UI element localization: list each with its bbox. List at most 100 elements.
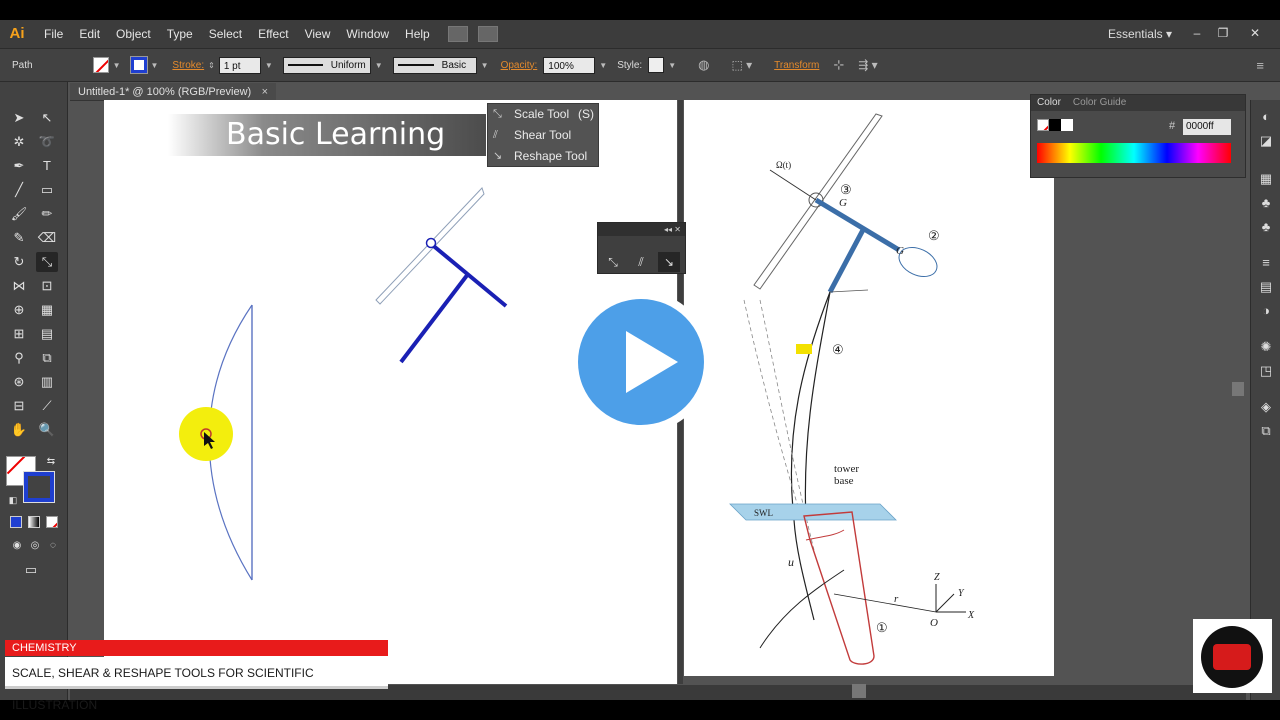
chevron-down-icon[interactable]: ▼ (668, 61, 676, 70)
chevron-down-icon[interactable]: ▼ (599, 61, 607, 70)
arrange-icon[interactable]: ⇶ ▾ (858, 58, 877, 72)
eraser-tool-icon[interactable]: ⌫ (36, 228, 58, 248)
rotate-tool-icon[interactable]: ↻ (8, 252, 30, 272)
recolor-artwork-icon[interactable]: ◍ (698, 57, 709, 73)
flyout-scale-tool[interactable]: ⤡ Scale Tool (S) (488, 104, 600, 125)
menu-edit[interactable]: Edit (71, 20, 108, 48)
play-button[interactable] (570, 291, 712, 433)
brushes-icon[interactable]: ♣ (1257, 194, 1275, 212)
opacity-panel-link[interactable]: Opacity: (501, 60, 538, 71)
shape-builder-tool-icon[interactable]: ⊕ (8, 300, 30, 320)
variable-width-profile[interactable]: Uniform (282, 56, 371, 74)
tearoff-header[interactable]: ◂◂ ✕ (598, 223, 685, 236)
width-tool-icon[interactable]: ⋈ (8, 276, 30, 296)
stroke-color-box[interactable] (23, 471, 55, 503)
menu-object[interactable]: Object (108, 20, 159, 48)
graphic-styles-icon[interactable]: ◳ (1257, 362, 1275, 380)
white-swatch[interactable] (1061, 119, 1073, 131)
paintbrush-tool-icon[interactable]: 🖌 (8, 204, 30, 224)
stroke-panel-icon[interactable]: ≡ (1257, 254, 1275, 272)
isolate-icon[interactable]: ⊹ (833, 57, 844, 73)
align-to-icon[interactable]: ⬚ ▾ (731, 58, 752, 72)
horizontal-scrollbar[interactable] (852, 684, 866, 698)
pen-tool-icon[interactable]: ✒ (8, 156, 30, 176)
arrange-documents-icon[interactable] (477, 26, 498, 42)
graphic-style-swatch[interactable] (648, 57, 665, 73)
chevron-down-icon[interactable]: ▼ (481, 61, 489, 70)
minimize-icon[interactable]: – (1186, 24, 1208, 42)
swatches-icon[interactable]: ▦ (1257, 170, 1275, 188)
direct-selection-tool-icon[interactable]: ↖ (36, 108, 58, 128)
tearoff-reshape-icon[interactable]: ↘ (658, 252, 680, 272)
line-tool-icon[interactable]: ╱ (8, 180, 30, 200)
gradient-mode-button[interactable] (28, 516, 40, 528)
restore-icon[interactable]: ❐ (1212, 24, 1234, 42)
swap-colors-icon[interactable]: ⇆ (40, 452, 62, 472)
chevron-down-icon[interactable]: ▼ (113, 61, 121, 70)
draw-inside-icon[interactable]: ◌ (42, 536, 64, 556)
gradient-tool-icon[interactable]: ▤ (36, 324, 58, 344)
scale-tool-icon[interactable]: ⤡ (36, 252, 58, 272)
screen-mode-icon[interactable]: ▭ (20, 560, 42, 580)
chevron-down-icon[interactable]: ▼ (375, 61, 383, 70)
chevron-down-icon[interactable]: ▼ (265, 61, 273, 70)
blob-brush-tool-icon[interactable]: ✎ (8, 228, 30, 248)
magic-wand-tool-icon[interactable]: ✲ (8, 132, 30, 152)
color-guide-icon[interactable]: ◪ (1257, 132, 1275, 150)
menu-effect[interactable]: Effect (250, 20, 296, 48)
column-graph-tool-icon[interactable]: ▥ (36, 372, 58, 392)
brush-definition[interactable]: Basic (392, 56, 477, 74)
menu-file[interactable]: File (36, 20, 71, 48)
tab-color[interactable]: Color (1031, 95, 1067, 111)
stepper-icon[interactable]: ⇕ (208, 61, 215, 70)
stroke-swatch[interactable] (129, 56, 148, 74)
tearoff-scale-icon[interactable]: ⤡ (602, 252, 624, 272)
zoom-tool-icon[interactable]: 🔍 (36, 420, 58, 440)
workspace-switcher[interactable]: Essentials ▾ (1108, 20, 1172, 48)
fill-swatch[interactable] (92, 57, 109, 73)
tower-line[interactable] (399, 272, 470, 364)
gradient-panel-icon[interactable]: ▤ (1257, 278, 1275, 296)
eyedropper-tool-icon[interactable]: ⚲ (8, 348, 30, 368)
appearance-icon[interactable]: ✺ (1257, 338, 1275, 356)
panel-menu-icon[interactable]: ≡ (1256, 58, 1264, 73)
black-swatch[interactable] (1049, 119, 1061, 131)
transform-panel-link[interactable]: Transform (774, 60, 819, 71)
layers-icon[interactable]: ◈ (1257, 398, 1275, 416)
bridge-icon[interactable] (447, 26, 468, 42)
opacity-field[interactable]: 100% (543, 56, 596, 74)
lasso-tool-icon[interactable]: ➰ (36, 132, 58, 152)
channel-logo[interactable] (1193, 619, 1272, 693)
tearoff-shear-icon[interactable]: ⫽ (630, 252, 652, 272)
hex-color-field[interactable]: 0000ff (1183, 119, 1231, 135)
stroke-panel-link[interactable]: Stroke: (172, 60, 204, 71)
selection-tool-icon[interactable]: ➤ (8, 108, 30, 128)
tab-color-guide[interactable]: Color Guide (1067, 95, 1132, 111)
chevron-down-icon[interactable]: ▼ (151, 61, 159, 70)
none-mode-button[interactable] (46, 516, 58, 528)
free-transform-tool-icon[interactable]: ⊡ (36, 276, 58, 296)
artboards-icon[interactable]: ⧉ (1257, 422, 1275, 440)
menu-window[interactable]: Window (338, 20, 397, 48)
close-icon[interactable]: ✕ (1244, 24, 1266, 42)
none-swatch[interactable] (1037, 119, 1049, 131)
artboard-right[interactable]: Ω(t) G G ③ ② ④ tower base SWL ① u Z Y X … (684, 100, 1054, 676)
default-colors-icon[interactable]: ◧ (2, 490, 24, 510)
pencil-tool-icon[interactable]: ✏ (36, 204, 58, 224)
close-tab-icon[interactable]: × (262, 83, 268, 101)
document-tab[interactable]: Untitled-1* @ 100% (RGB/Preview) × (70, 83, 276, 101)
type-tool-icon[interactable]: T (36, 156, 58, 176)
menu-view[interactable]: View (297, 20, 339, 48)
mesh-tool-icon[interactable]: ⊞ (8, 324, 30, 344)
perspective-grid-tool-icon[interactable]: ▦ (36, 300, 58, 320)
color-mode-button[interactable] (10, 516, 22, 528)
hub-circle[interactable] (425, 237, 437, 249)
rectangle-tool-icon[interactable]: ▭ (36, 180, 58, 200)
color-spectrum[interactable] (1037, 143, 1231, 163)
menu-type[interactable]: Type (159, 20, 201, 48)
symbol-sprayer-tool-icon[interactable]: ⊛ (8, 372, 30, 392)
flyout-shear-tool[interactable]: ⫽ Shear Tool (488, 125, 600, 146)
symbols-icon[interactable]: ♣ (1257, 218, 1275, 236)
transparency-icon[interactable]: ◑ (1257, 302, 1275, 320)
artboard-tool-icon[interactable]: ⊟ (8, 396, 30, 416)
